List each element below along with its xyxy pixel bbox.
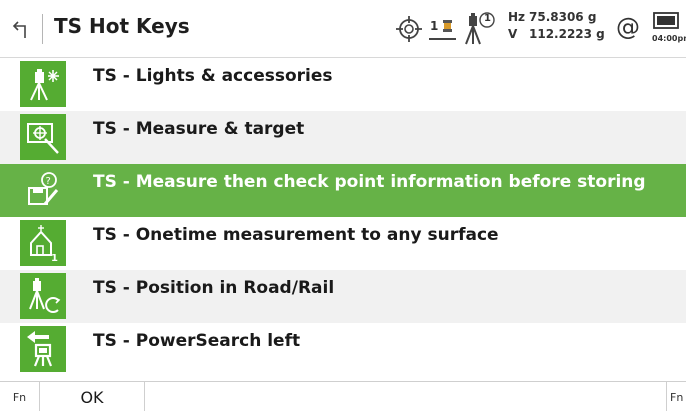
instrument-number: 1 <box>484 13 491 24</box>
prism-icon <box>443 20 452 32</box>
hz-prefix: Hz <box>508 10 526 24</box>
svg-text:?: ? <box>46 176 51 187</box>
battery-status[interactable]: 04:00pm <box>652 12 686 54</box>
prism-underline <box>429 38 456 40</box>
item-label: TS - Onetime measurement to any surface <box>93 225 499 245</box>
hotkey-list: TS - Lights & accessories TS - Measure &… <box>0 58 686 376</box>
fn-left-button[interactable]: Fn <box>0 382 40 411</box>
list-item-road-rail[interactable]: TS - Position in Road/Rail <box>0 270 686 323</box>
svg-text:1: 1 <box>51 253 58 263</box>
hz-angle: 75.8306 g <box>529 10 597 24</box>
list-item-onetime-measurement[interactable]: 1 TS - Onetime measurement to any surfac… <box>0 217 686 270</box>
title-bar: TS Hot Keys 1 1 Hz 75.8306 g V 112.2223 … <box>0 0 686 58</box>
connection-status-icon[interactable]: @ <box>616 13 640 41</box>
list-item-lights-accessories[interactable]: TS - Lights & accessories <box>0 58 686 111</box>
hz-row: Hz 75.8306 g <box>508 9 605 26</box>
v-angle: 112.2223 g <box>529 27 605 41</box>
back-button[interactable] <box>8 12 36 46</box>
powersearch-icon <box>20 326 66 372</box>
prism-number: 1 <box>430 19 439 33</box>
list-item-measure-target[interactable]: TS - Measure & target <box>0 111 686 164</box>
instrument-status[interactable]: 1 <box>462 10 496 46</box>
crosshair-icon[interactable] <box>395 15 423 43</box>
item-label: TS - Measure then check point informatio… <box>93 172 646 192</box>
road-rail-icon <box>20 273 66 319</box>
softkey-bar: Fn OK Fn <box>0 381 686 411</box>
app-screen: TS Hot Keys 1 1 Hz 75.8306 g V 112.2223 … <box>0 0 686 411</box>
v-prefix: V <box>508 27 518 41</box>
onetime-measurement-icon: 1 <box>20 220 66 266</box>
item-label: TS - Measure & target <box>93 119 305 139</box>
prism-status[interactable]: 1 <box>429 17 457 41</box>
item-label: TS - Position in Road/Rail <box>93 278 335 298</box>
measure-target-icon <box>20 114 66 160</box>
list-item-check-point[interactable]: ? TS - Measure then check point informat… <box>0 164 686 217</box>
angle-readout: Hz 75.8306 g V 112.2223 g <box>508 9 605 43</box>
check-point-icon: ? <box>20 167 66 213</box>
lights-accessories-icon <box>20 61 66 107</box>
fn-right-button[interactable]: Fn <box>666 382 686 411</box>
item-label: TS - PowerSearch left <box>93 331 301 351</box>
list-item-powersearch-left[interactable]: TS - PowerSearch left <box>0 323 686 376</box>
header-divider <box>42 14 43 44</box>
clock-time: 04:00pm <box>652 34 686 43</box>
back-arrow-icon <box>12 21 26 38</box>
page-title: TS Hot Keys <box>54 14 190 38</box>
item-label: TS - Lights & accessories <box>93 66 333 86</box>
battery-icon <box>653 12 679 29</box>
v-row: V 112.2223 g <box>508 26 605 43</box>
ok-button[interactable]: OK <box>40 382 145 411</box>
